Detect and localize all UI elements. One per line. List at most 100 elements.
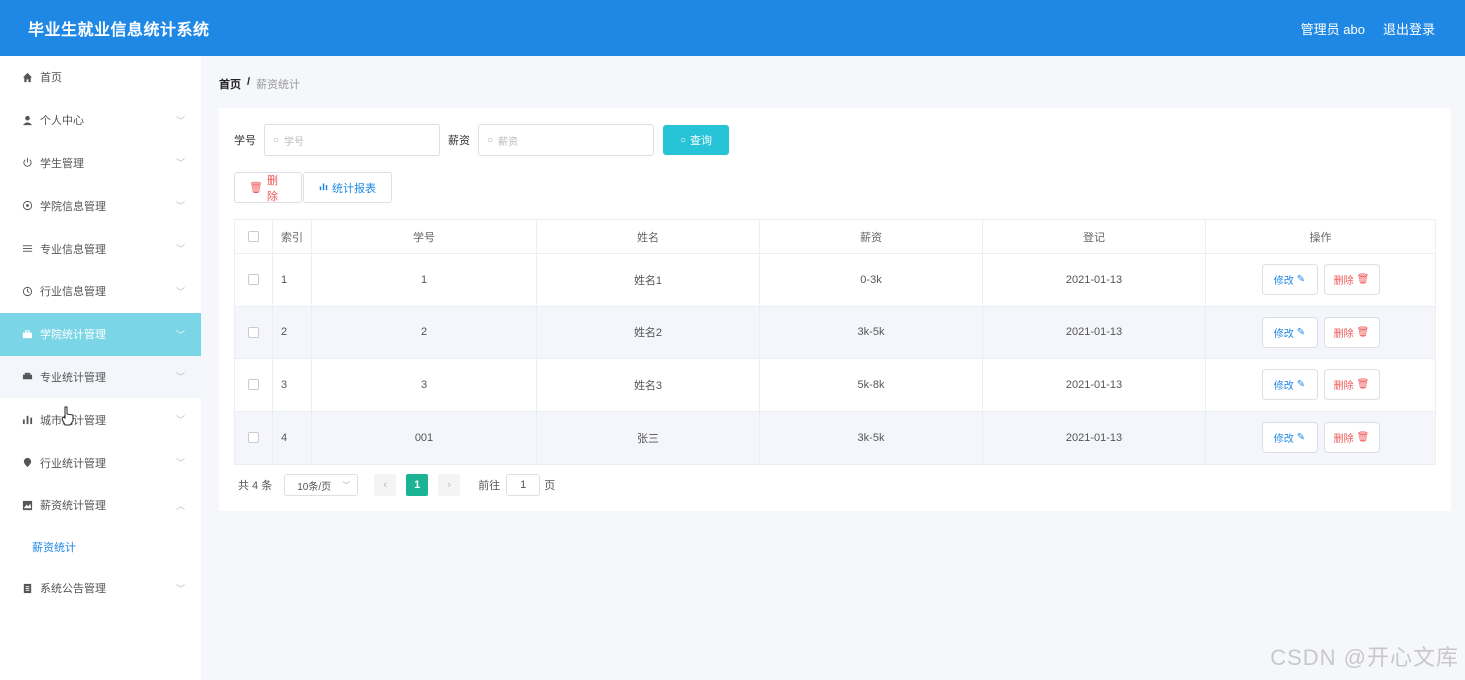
prev-page-button[interactable]: ‹: [374, 474, 397, 496]
sidebar-item-label: 专业统计管理: [40, 371, 106, 384]
pencil-icon: ✎: [1296, 274, 1306, 286]
page-size-value: 10条/页: [297, 481, 332, 493]
cell-salary: 5k-8k: [760, 359, 983, 411]
sidebar-item-college-info[interactable]: 学院信息管理 ﹀: [0, 184, 201, 227]
chevron-up-icon: ︿: [175, 500, 185, 511]
row-checkbox[interactable]: [248, 274, 259, 286]
batch-delete-button[interactable]: 🗑 删除: [234, 172, 302, 203]
top-header: 毕业生就业信息统计系统 管理员 abo 退出登录: [0, 0, 1465, 56]
header-actions: 操作: [1309, 231, 1332, 244]
edit-button[interactable]: 修改 ✎: [1261, 316, 1318, 348]
page-size-select[interactable]: 10条/页 ﹀: [284, 474, 359, 496]
trash-icon: 🗑: [1356, 274, 1370, 286]
batch-delete-label: 删除: [266, 174, 278, 203]
delete-button[interactable]: 删除 🗑: [1323, 316, 1380, 348]
chevron-down-icon: ﹀: [175, 158, 185, 169]
sidebar-item-label: 系统公告管理: [40, 583, 106, 596]
chevron-down-icon: ﹀: [175, 372, 185, 383]
delete-button[interactable]: 删除 🗑: [1323, 422, 1380, 454]
header-index: 索引: [273, 220, 312, 253]
cell-index: 1: [273, 254, 312, 306]
query-button-label: 查询: [690, 135, 713, 147]
sidebar-item-city-stats[interactable]: 城市统计管理 ﹀: [0, 398, 201, 441]
salary-placeholder: 薪资: [498, 136, 519, 148]
stats-report-label: 统计报表: [332, 182, 376, 195]
sidebar-item-personal-center[interactable]: 个人中心 ﹀: [0, 99, 201, 142]
chevron-down-icon: ﹀: [175, 201, 185, 212]
row-checkbox[interactable]: [248, 379, 259, 391]
sliders-icon: [20, 242, 34, 256]
chevron-down-icon: ﹀: [175, 244, 185, 255]
table-row: 3 3 姓名3 5k-8k 2021-01-13 修改 ✎ 删除 🗑: [235, 359, 1435, 412]
sidebar-item-major-info[interactable]: 专业信息管理 ﹀: [0, 227, 201, 270]
sidebar-item-label: 行业统计管理: [40, 457, 106, 470]
row-select-cell: [235, 359, 273, 411]
salary-label: 薪资: [448, 135, 470, 147]
cell-name: 张三: [537, 411, 760, 464]
edit-button[interactable]: 修改 ✎: [1261, 264, 1318, 296]
pencil-icon: ✎: [1296, 379, 1306, 391]
sidebar-item-college-stats[interactable]: 学院统计管理 ﹀: [0, 312, 201, 356]
settings-icon: [20, 199, 34, 213]
cell-name: 姓名3: [537, 359, 760, 411]
chevron-down-icon: ﹀: [175, 583, 185, 594]
cell-salary: 0-3k: [760, 254, 983, 306]
cell-actions: 修改 ✎ 删除 🗑: [1206, 254, 1435, 306]
sidebar-item-label: 学院统计管理: [40, 329, 106, 342]
trash-icon: 🗑: [1356, 379, 1370, 391]
logout-link[interactable]: 退出登录: [1383, 19, 1435, 38]
page-number-active[interactable]: 1: [406, 474, 429, 496]
delete-label: 删除: [1333, 434, 1354, 446]
edit-label: 修改: [1273, 276, 1294, 288]
sidebar-subitem-salary-stats[interactable]: 薪资统计: [0, 527, 201, 567]
student-id-input[interactable]: ○ 学号: [264, 124, 440, 156]
sidebar-item-salary-stats[interactable]: 薪资统计管理 ︿: [0, 484, 201, 527]
search-bar: 学号 ○ 学号 薪资 ○ 薪资 ○ 查询: [234, 124, 729, 156]
watermark: CSDN @开心文库: [1270, 645, 1459, 670]
next-page-button[interactable]: ›: [438, 474, 461, 496]
sidebar-item-label: 专业信息管理: [40, 243, 106, 256]
table-row: 2 2 姓名2 3k-5k 2021-01-13 修改 ✎ 删除 🗑: [235, 306, 1435, 359]
row-checkbox[interactable]: [248, 432, 259, 444]
select-all-checkbox[interactable]: [248, 231, 259, 242]
chevron-down-icon: ﹀: [175, 286, 185, 297]
delete-label: 删除: [1333, 328, 1354, 340]
action-toolbar: 🗑 删除 统计报表: [234, 172, 392, 203]
power-icon: [20, 156, 34, 170]
chevron-left-icon: ‹: [383, 479, 388, 491]
search-icon: ○: [273, 134, 280, 146]
cell-date: 2021-01-13: [983, 411, 1206, 464]
location-icon: [20, 456, 34, 470]
breadcrumb-home[interactable]: 首页: [219, 76, 241, 92]
salary-input[interactable]: ○ 薪资: [478, 124, 654, 156]
sidebar-item-student-management[interactable]: 学生管理 ﹀: [0, 142, 201, 185]
home-icon: [20, 70, 34, 84]
stats-report-button[interactable]: 统计报表: [303, 172, 392, 203]
cell-student-id: 001: [312, 411, 537, 464]
row-checkbox[interactable]: [248, 326, 259, 338]
content-panel: 学号 ○ 学号 薪资 ○ 薪资 ○ 查询 🗑 删除 统计报表 索引 学号 姓名: [219, 108, 1451, 511]
sidebar-item-industry-info[interactable]: 行业信息管理 ﹀: [0, 270, 201, 313]
student-id-placeholder: 学号: [284, 136, 305, 148]
goto-page-input[interactable]: 1: [506, 474, 541, 496]
cell-student-id: 2: [312, 306, 537, 358]
document-icon: [20, 581, 34, 595]
edit-button[interactable]: 修改 ✎: [1261, 422, 1318, 454]
briefcase-icon: [20, 327, 34, 341]
sidebar-item-home[interactable]: 首页: [0, 56, 201, 99]
cell-date: 2021-01-13: [983, 254, 1206, 306]
sidebar-item-announcements[interactable]: 系统公告管理 ﹀: [0, 567, 201, 610]
delete-button[interactable]: 删除 🗑: [1323, 264, 1380, 296]
trash-icon: 🗑: [249, 182, 263, 194]
delete-button[interactable]: 删除 🗑: [1323, 369, 1380, 401]
edit-button[interactable]: 修改 ✎: [1261, 369, 1318, 401]
pencil-icon: ✎: [1296, 326, 1306, 338]
sidebar-item-major-stats[interactable]: 专业统计管理 ﹀: [0, 355, 201, 399]
trash-icon: 🗑: [1356, 432, 1370, 444]
row-select-cell: [235, 254, 273, 306]
query-button[interactable]: ○ 查询: [663, 125, 729, 155]
bar-chart-icon: [319, 182, 328, 194]
sidebar-item-industry-stats[interactable]: 行业统计管理 ﹀: [0, 441, 201, 484]
row-select-cell: [235, 411, 273, 464]
bar-chart-icon: [20, 413, 34, 427]
